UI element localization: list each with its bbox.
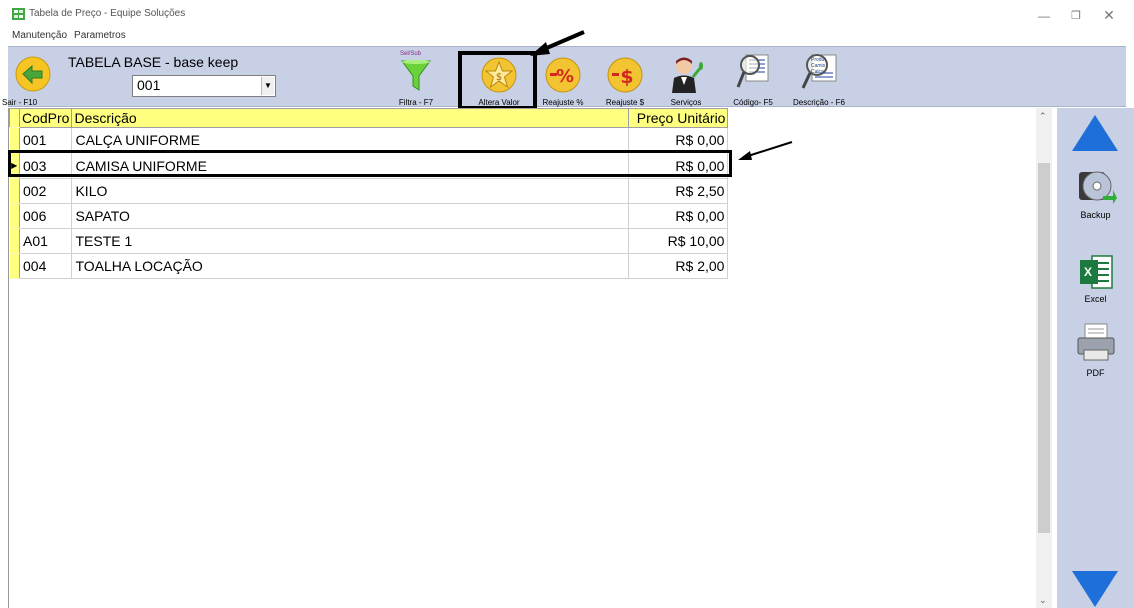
cell-description[interactable]: SAPATO [71, 203, 630, 229]
price-table: CodPro Descrição Preço Unitário 001 CALÇ… [9, 108, 729, 279]
row-indicator [9, 228, 20, 254]
exit-button[interactable]: Sair - F10 [2, 47, 58, 107]
table-header-row: CodPro Descrição Preço Unitário [9, 108, 729, 128]
menu-bar: Manutenção Parametros [12, 30, 126, 44]
cell-description[interactable]: CALÇA UNIFORME [71, 127, 630, 153]
adjust-money-label: Reajuste $ [605, 98, 645, 107]
search-description-button[interactable]: Produt Camis Calça Descrição - F6 [788, 47, 850, 107]
triangle-up-icon [1072, 115, 1118, 151]
table-row[interactable]: 001 CALÇA UNIFORME R$ 0,00 [9, 127, 729, 153]
cell-code[interactable]: 001 [19, 127, 73, 153]
table-row[interactable]: 002 KILO R$ 2,50 [9, 178, 729, 204]
header-indicator [9, 108, 20, 128]
scroll-down-icon[interactable]: ⌄ [1039, 595, 1047, 606]
filter-badge: Sel/Sub [400, 51, 422, 57]
adjust-percent-label: Reajuste % [542, 98, 584, 107]
table-select-value: 001 [137, 77, 161, 93]
cell-code[interactable]: 004 [19, 253, 73, 279]
filter-label: Filtra - F7 [398, 98, 434, 107]
services-label: Serviços [670, 98, 702, 107]
scrollbar-thumb[interactable] [1038, 163, 1050, 533]
app-icon [12, 8, 25, 20]
printer-icon [1077, 323, 1115, 361]
cell-price[interactable]: R$ 0,00 [628, 203, 729, 229]
magnifier-code-icon [736, 54, 769, 88]
table-row[interactable]: A01 TESTE 1 R$ 10,00 [9, 228, 729, 254]
svg-text:%: % [556, 66, 574, 87]
annotation-arrow-row-icon [738, 141, 793, 160]
title-bar: Tabela de Preço - Equipe Soluções — ❐ ✕ [0, 0, 1134, 30]
backup-disc-icon [1079, 171, 1117, 204]
menu-parametros[interactable]: Parametros [74, 30, 126, 44]
adjust-money-button[interactable]: $ Reajuste $ [600, 47, 650, 107]
percent-coin-icon: % [545, 57, 581, 93]
exit-label: Sair - F10 [2, 98, 38, 107]
backup-label: Backup [1080, 210, 1111, 220]
table-title: TABELA BASE - base keep [68, 54, 239, 70]
table-row[interactable]: 006 SAPATO R$ 0,00 [9, 203, 729, 229]
search-code-label: Código- F5 [733, 98, 773, 107]
pdf-label: PDF [1086, 368, 1105, 378]
cell-code[interactable]: 002 [19, 178, 73, 204]
excel-glyph: X [1084, 265, 1093, 279]
triangle-down-icon [1072, 571, 1118, 607]
header-description[interactable]: Descrição [71, 108, 630, 128]
desc-magnifier-text: Produt Camis Calça [811, 57, 826, 75]
maximize-button[interactable]: ❐ [1068, 9, 1084, 22]
back-arrow-icon [15, 56, 51, 92]
waiter-icon [672, 57, 703, 93]
table-select[interactable]: 001 ▼ [132, 75, 276, 97]
dollar-coin-icon: $ [607, 57, 643, 93]
funnel-icon [401, 60, 431, 91]
row-indicator [9, 203, 20, 229]
cell-price[interactable]: R$ 10,00 [628, 228, 729, 254]
row-indicator [9, 127, 20, 153]
annotation-arrow-icon [530, 30, 585, 56]
chevron-down-icon[interactable]: ▼ [261, 77, 274, 95]
minimize-button[interactable]: — [1036, 9, 1052, 23]
cell-code[interactable]: A01 [19, 228, 73, 254]
row-indicator [9, 178, 20, 204]
menu-manutencao[interactable]: Manutenção [12, 30, 67, 44]
cell-price[interactable]: R$ 0,00 [628, 127, 729, 153]
filter-button[interactable]: Sel/Sub Filtra - F7 [394, 47, 438, 107]
cell-description[interactable]: TOALHA LOCAÇÃO [71, 253, 630, 279]
close-button[interactable]: ✕ [1101, 7, 1117, 24]
services-button[interactable]: Serviços [662, 47, 710, 107]
search-description-label: Descrição - F6 [792, 98, 845, 107]
search-code-button[interactable]: Código- F5 [728, 47, 778, 107]
pdf-button[interactable]: PDF [1057, 322, 1134, 382]
cell-price[interactable]: R$ 2,00 [628, 253, 729, 279]
backup-button[interactable]: Backup [1057, 168, 1134, 224]
cell-description[interactable]: TESTE 1 [71, 228, 630, 254]
excel-label: Excel [1084, 294, 1107, 304]
svg-text:$: $ [620, 66, 633, 88]
header-price[interactable]: Preço Unitário [628, 108, 729, 128]
excel-button[interactable]: X Excel [1057, 254, 1134, 310]
window-title: Tabela de Preço - Equipe Soluções [29, 8, 186, 19]
cell-description[interactable]: KILO [71, 178, 630, 204]
header-code[interactable]: CodPro [18, 108, 73, 128]
side-panel: Backup X Excel PDF [1057, 108, 1134, 608]
annotation-box-selected-row [8, 150, 732, 177]
move-up-button[interactable] [1057, 114, 1134, 154]
row-indicator [9, 253, 20, 279]
grid-scrollbar[interactable]: ⌃ ⌄ [1036, 108, 1052, 608]
table-row[interactable]: 004 TOALHA LOCAÇÃO R$ 2,00 [9, 253, 729, 279]
price-grid: CodPro Descrição Preço Unitário 001 CALÇ… [8, 108, 1036, 608]
cell-code[interactable]: 006 [19, 203, 73, 229]
scroll-up-icon[interactable]: ⌃ [1039, 111, 1047, 122]
cell-price[interactable]: R$ 2,50 [628, 178, 729, 204]
move-down-button[interactable] [1057, 568, 1134, 608]
